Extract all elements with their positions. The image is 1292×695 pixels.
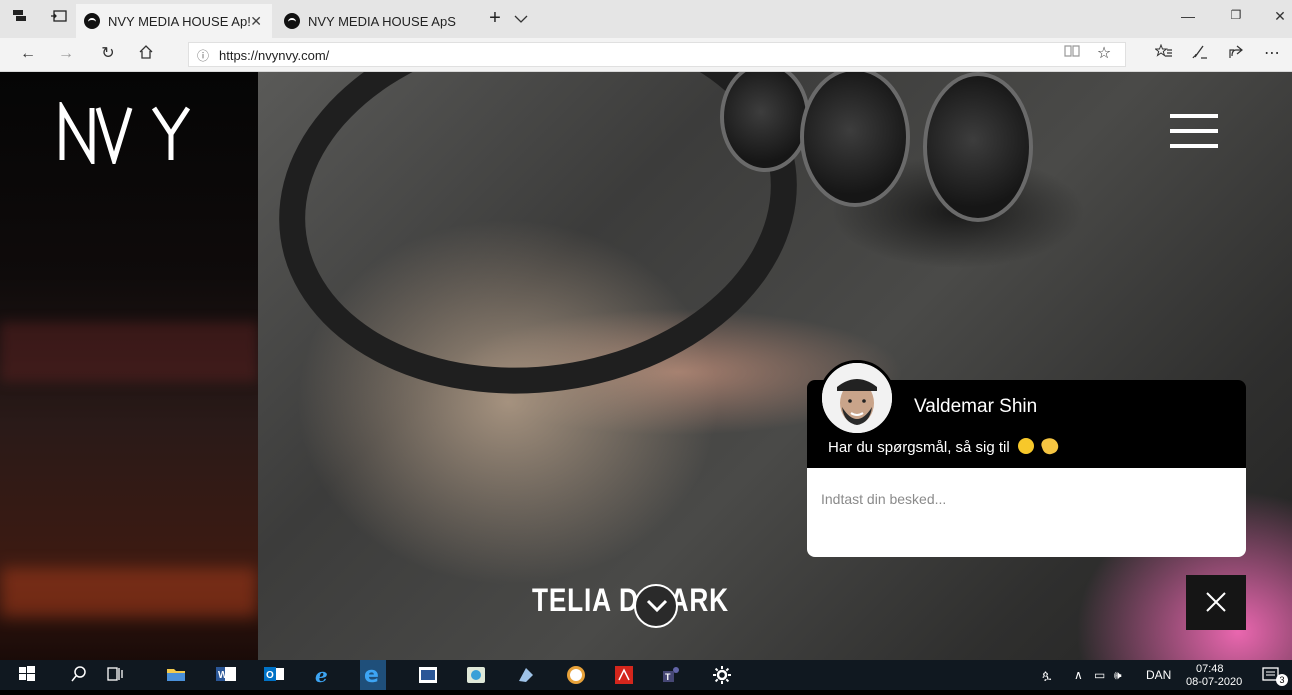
svg-text:e: e: [315, 665, 328, 685]
site-info-icon[interactable]: ⓘ: [197, 47, 209, 64]
tray-chevron-up-icon[interactable]: ∧: [1074, 668, 1083, 682]
people-icon[interactable]: ጷ: [1042, 668, 1051, 683]
chat-close-button[interactable]: [1186, 575, 1246, 630]
minimize-icon[interactable]: —: [1178, 8, 1198, 24]
avatar: [819, 360, 895, 436]
background-blur: [0, 322, 258, 382]
svg-text:T: T: [665, 672, 671, 682]
notification-count-badge: 3: [1276, 674, 1288, 686]
reading-view-icon[interactable]: [1062, 44, 1082, 64]
tab-title: NVY MEDIA HOUSE ApS: [308, 13, 456, 29]
task-view-icon[interactable]: [106, 665, 126, 685]
dashboard-gauge: [923, 72, 1033, 222]
tab-nvy-media-house-1[interactable]: NVY MEDIA HOUSE Ap! ✕: [76, 4, 272, 38]
chat-message-input[interactable]: [821, 488, 1221, 510]
scroll-down-button[interactable]: [634, 584, 678, 628]
address-bar[interactable]: ⓘ https://nvynvy.com/: [188, 42, 1126, 67]
home-icon[interactable]: [136, 44, 156, 64]
clock-time[interactable]: 07:48: [1196, 663, 1224, 675]
windows-taskbar: W O e e T ጷ ∧ ▭ 🕪 DAN 07:48 08-07-2020 3: [0, 660, 1292, 690]
telia-denmark-banner: TELIA D MARK: [532, 582, 729, 618]
outlook-icon[interactable]: O: [264, 665, 284, 685]
chevron-down-icon[interactable]: [512, 9, 530, 27]
page-content: TELIA D MARK Valdemar Shin Har du spørgs…: [0, 72, 1292, 660]
restore-icon[interactable]: ❐: [1226, 8, 1246, 22]
volume-icon[interactable]: 🕪: [1114, 668, 1122, 683]
chat-greeting-text: Har du spørgsmål, så sig til: [828, 439, 1010, 456]
svg-text:e: e: [364, 663, 379, 688]
favorites-hub-icon[interactable]: [1154, 43, 1174, 64]
network-icon[interactable]: ▭: [1094, 668, 1105, 682]
chat-greeting-message: Har du spørgsmål, så sig til: [828, 435, 1061, 457]
edge-icon[interactable]: e: [360, 660, 386, 690]
search-icon[interactable]: [70, 665, 90, 685]
close-tab-icon[interactable]: ✕: [250, 13, 262, 30]
more-options-icon[interactable]: ⋯: [1262, 44, 1282, 64]
share-icon[interactable]: [1226, 44, 1246, 64]
notes-app-icon[interactable]: [516, 665, 536, 685]
app-icon[interactable]: [418, 665, 438, 685]
tab-aside-icon[interactable]: [12, 9, 30, 27]
dashboard-gauge: [720, 72, 810, 172]
settings-gear-icon[interactable]: [712, 665, 732, 685]
refresh-icon[interactable]: ↻: [98, 44, 118, 64]
background-blur: [0, 567, 258, 617]
favorite-star-icon[interactable]: ☆: [1094, 44, 1114, 64]
tab-preview-icon[interactable]: [50, 9, 68, 27]
internet-explorer-icon[interactable]: e: [314, 663, 334, 687]
chat-header: Valdemar Shin Har du spørgsmål, så sig t…: [807, 360, 1246, 468]
chat-agent-name: Valdemar Shin: [914, 396, 1038, 417]
svg-text:W: W: [218, 670, 228, 681]
nvy-favicon-icon: [84, 13, 100, 29]
teams-icon[interactable]: T: [662, 665, 682, 685]
new-tab-icon[interactable]: +: [486, 8, 504, 28]
url-text: https://nvynvy.com/: [219, 48, 330, 63]
windows-start-icon[interactable]: [18, 665, 38, 685]
forward-icon[interactable]: →: [56, 44, 76, 64]
ess-app-icon[interactable]: [566, 665, 586, 685]
clock-date[interactable]: 08-07-2020: [1186, 676, 1242, 688]
file-explorer-icon[interactable]: [166, 665, 186, 685]
smiley-emoji-icon: [1017, 438, 1034, 454]
waving-hand-emoji-icon: [1039, 435, 1061, 457]
svg-text:O: O: [266, 670, 274, 681]
tab-bar: NVY MEDIA HOUSE Ap! ✕ NVY MEDIA HOUSE Ap…: [0, 0, 1292, 38]
word-icon[interactable]: W: [216, 665, 236, 685]
dashboard-gauge: [800, 72, 910, 207]
nvy-logo[interactable]: [58, 102, 198, 164]
hero-video-background: [254, 72, 1292, 660]
navigation-bar: ← → ↻ ⓘ https://nvynvy.com/ ☆ ⋯: [0, 38, 1292, 72]
hamburger-menu-icon[interactable]: [1170, 114, 1218, 154]
chat-input-area: [807, 468, 1246, 557]
tab-nvy-media-house-2[interactable]: NVY MEDIA HOUSE ApS: [276, 4, 472, 38]
language-indicator[interactable]: DAN: [1146, 668, 1171, 682]
acrobat-icon[interactable]: [614, 665, 634, 685]
nvy-favicon-icon: [284, 13, 300, 29]
tab-title: NVY MEDIA HOUSE Ap!: [108, 13, 251, 29]
close-window-icon[interactable]: ✕: [1270, 8, 1290, 25]
back-icon[interactable]: ←: [18, 44, 38, 64]
chat-widget: Valdemar Shin Har du spørgsmål, så sig t…: [807, 360, 1246, 557]
browser-app-icon[interactable]: [466, 665, 486, 685]
web-note-icon[interactable]: [1190, 44, 1210, 64]
